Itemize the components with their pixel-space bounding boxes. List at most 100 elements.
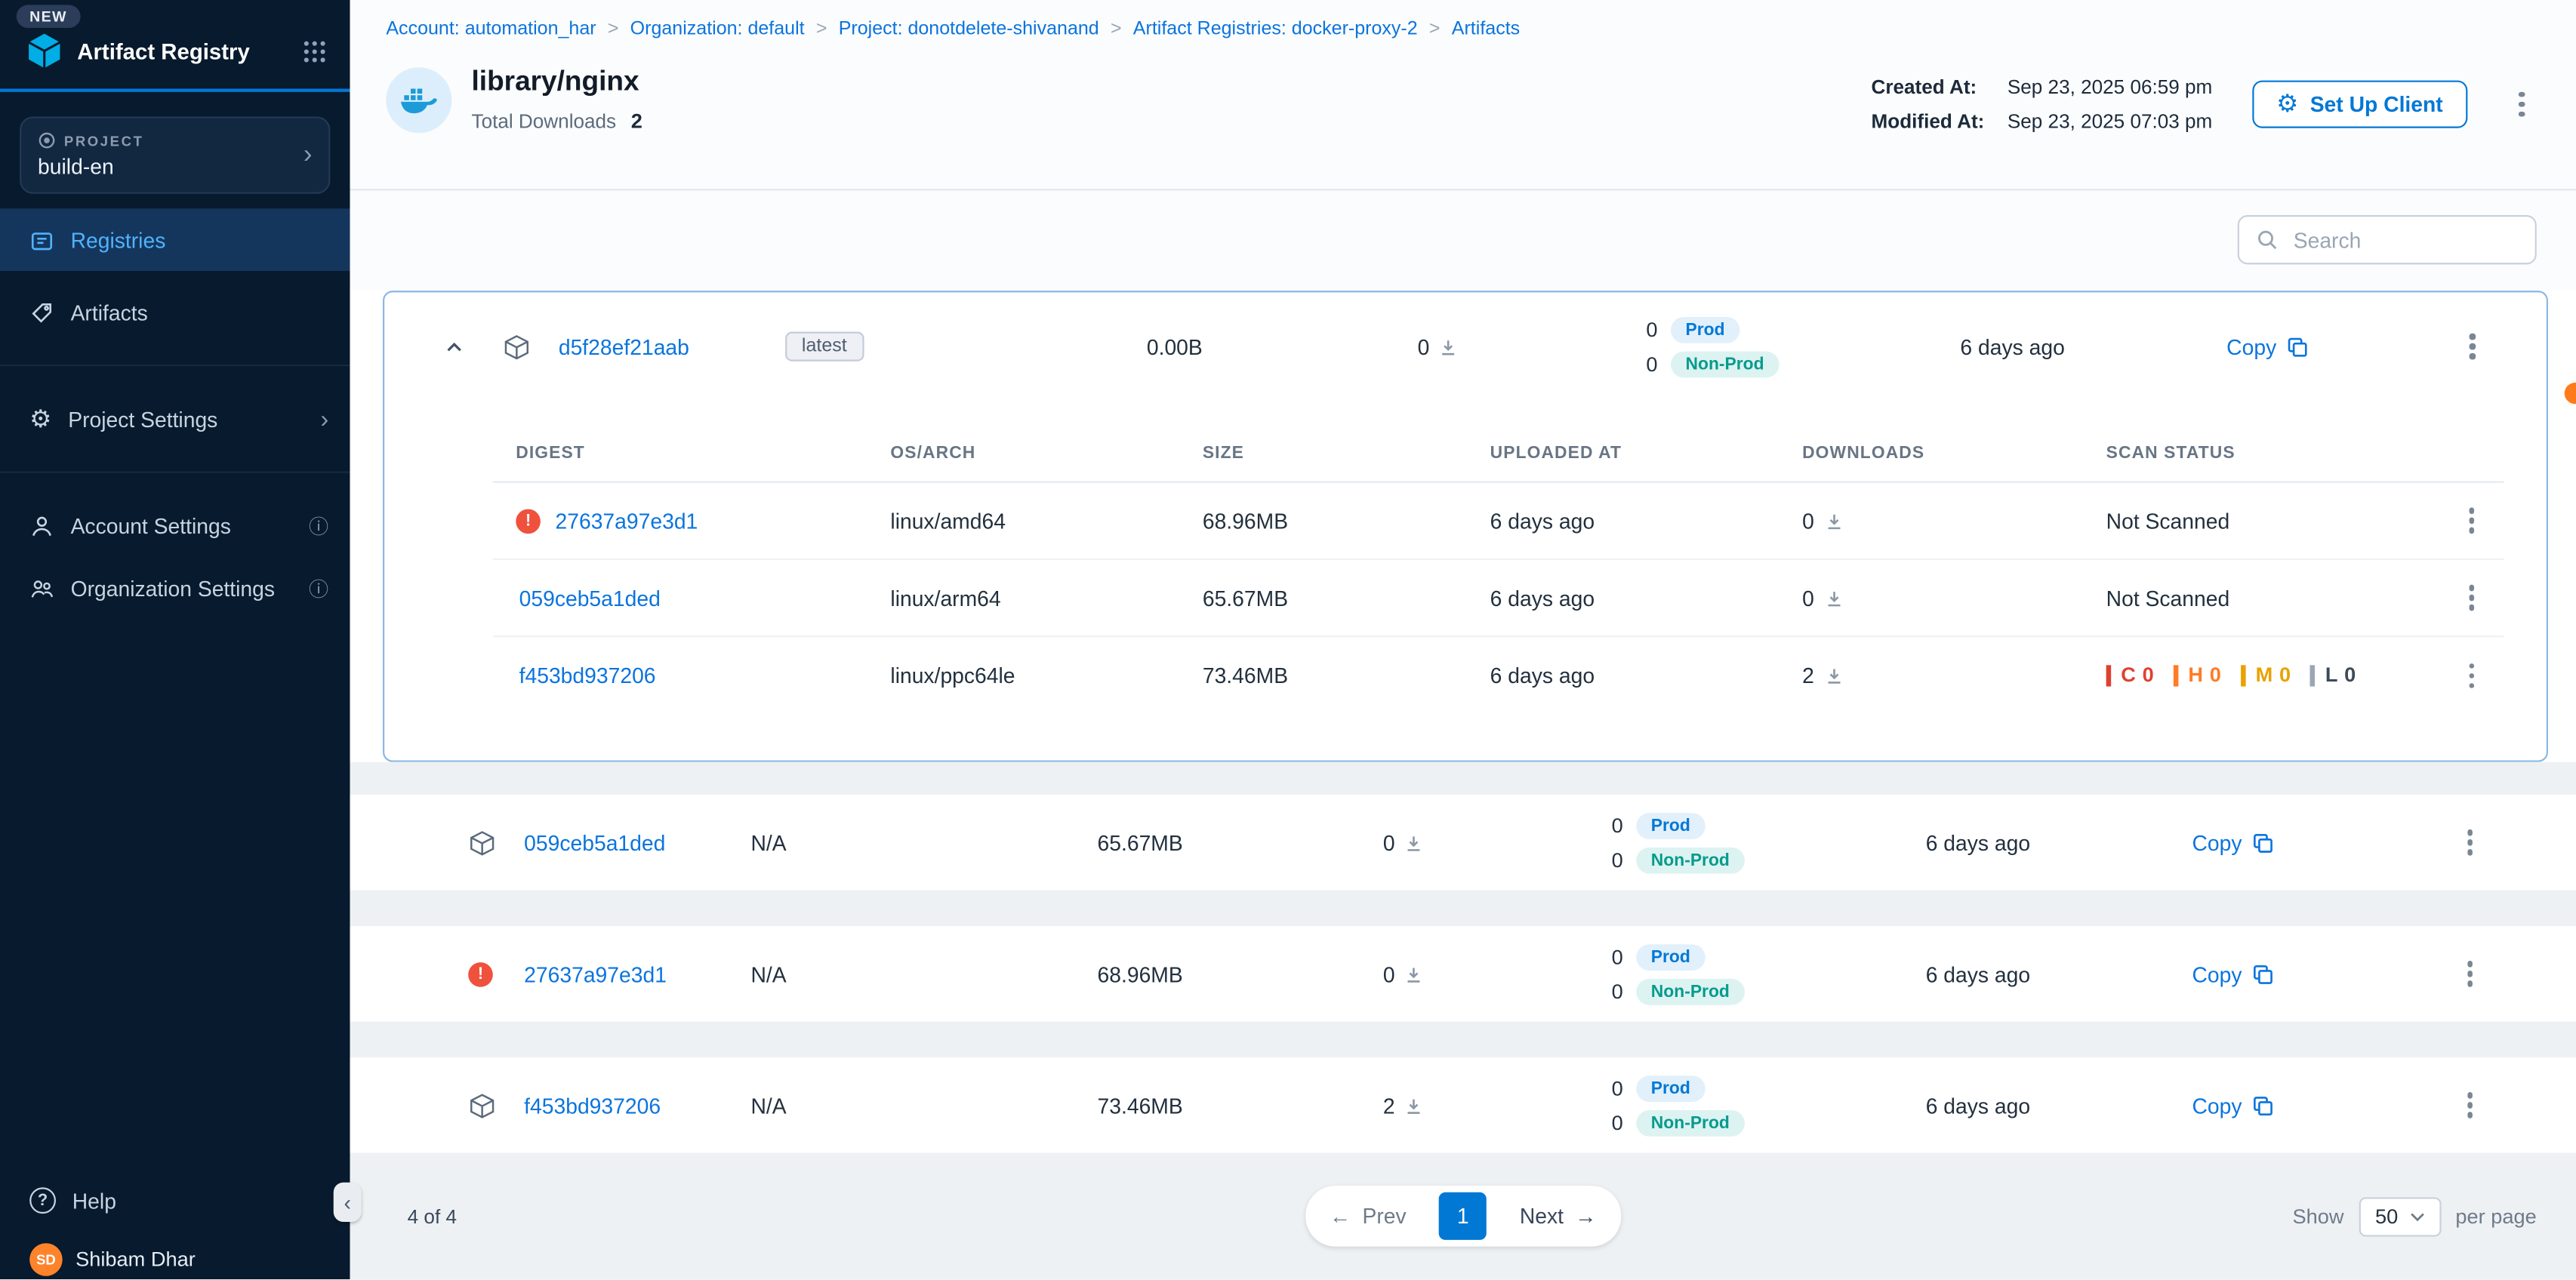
row-kebab-menu[interactable] (2457, 325, 2487, 368)
copy-label: Copy (2192, 1093, 2242, 1118)
digest-link[interactable]: f453bd937206 (516, 663, 655, 688)
show-label: Show (2293, 1205, 2344, 1227)
arrow-left-icon: ← (1330, 1204, 1351, 1229)
row-kebab-menu[interactable] (2455, 952, 2485, 995)
breadcrumb-separator: > (1429, 20, 1441, 39)
sidebar-item-organization-settings[interactable]: Organization Settings ⓘ (0, 557, 350, 620)
header-kebab-menu[interactable] (2507, 83, 2537, 126)
digest-table: DIGEST OS/ARCH SIZE UPLOADED AT DOWNLOAD… (493, 423, 2504, 760)
row-gap (350, 890, 2576, 926)
version-row: ! 27637a97e3d1 N/A 68.96MB 0 0Prod 0Non-… (350, 926, 2576, 1021)
module-grid-icon[interactable] (302, 38, 327, 63)
search-input[interactable] (2290, 226, 2518, 254)
sidebar-item-label: Account Settings (71, 513, 293, 538)
download-icon (1405, 1096, 1423, 1114)
info-icon[interactable]: ⓘ (309, 574, 328, 602)
modified-at-label: Modified At: (1871, 110, 1984, 133)
sidebar-item-account-settings[interactable]: Account Settings ⓘ (0, 494, 350, 557)
download-icon (1826, 666, 1844, 685)
version-modified: 6 days ago (1855, 1093, 2101, 1118)
version-name-link[interactable]: 059ceb5a1ded (521, 830, 738, 855)
high-count: H0 (2174, 664, 2221, 687)
breadcrumb-organization[interactable]: Organization: default (630, 20, 805, 39)
copy-button[interactable]: Copy (2101, 830, 2364, 855)
version-row-expanded: d5f28ef21aab latest 0.00B 0 0Prod 0Non-P… (383, 291, 2548, 762)
new-badge: NEW (17, 5, 80, 28)
breadcrumb-account[interactable]: Account: automation_har (386, 20, 596, 39)
col-uploaded-at: UPLOADED AT (1471, 442, 1783, 462)
version-name-link[interactable]: d5f28ef21aab (555, 334, 772, 359)
copy-button[interactable]: Copy (2136, 334, 2399, 359)
sidebar-bottom: ? Help SD Shibam Dhar (0, 1169, 350, 1279)
prod-count: 0 (1612, 945, 1623, 968)
artifacts-tag-icon (29, 300, 54, 325)
download-icon (1405, 965, 1423, 983)
prod-badge: Prod (1636, 1075, 1705, 1101)
copy-label: Copy (2192, 830, 2242, 855)
digest-row: f453bd937206 linux/ppc64le 73.46MB 6 day… (493, 637, 2504, 714)
digest-link[interactable]: 27637a97e3d1 (552, 508, 698, 533)
user-menu[interactable]: SD Shibam Dhar (0, 1232, 350, 1279)
table-row: d5f28ef21aab latest 0.00B 0 0Prod 0Non-P… (384, 292, 2547, 401)
row-kebab-menu[interactable] (2455, 1084, 2485, 1127)
project-name: build-en (38, 155, 304, 180)
digest-kebab-menu[interactable] (2457, 500, 2486, 543)
search-icon (2256, 228, 2279, 251)
page-size-value: 50 (2375, 1205, 2398, 1227)
digest-link[interactable]: 059ceb5a1ded (516, 586, 661, 611)
project-target-icon (38, 131, 56, 149)
version-name-link[interactable]: 27637a97e3d1 (521, 962, 738, 986)
col-downloads: DOWNLOADS (1783, 442, 2087, 462)
digest-downloads: 0 (1802, 508, 1814, 533)
next-page-button[interactable]: Next → (1506, 1197, 1610, 1235)
artifact-registry-logo-icon (25, 31, 64, 70)
sidebar-divider (0, 365, 350, 366)
created-at-value: Sep 23, 2025 06:59 pm (2007, 75, 2212, 98)
copy-button[interactable]: Copy (2101, 962, 2364, 986)
page-1-button[interactable]: 1 (1439, 1192, 1487, 1240)
avatar: SD (29, 1243, 63, 1276)
digest-kebab-menu[interactable] (2457, 577, 2486, 620)
breadcrumb-registry[interactable]: Artifact Registries: docker-proxy-2 (1133, 20, 1418, 39)
sidebar-item-help[interactable]: ? Help (0, 1169, 350, 1232)
sidebar-item-registries[interactable]: Registries (0, 208, 350, 271)
digest-size: 65.67MB (1183, 586, 1471, 611)
digest-kebab-menu[interactable] (2457, 654, 2486, 697)
sidebar-item-project-settings[interactable]: ⚙ Project Settings › (0, 388, 350, 451)
row-kebab-menu[interactable] (2455, 821, 2485, 864)
version-downloads: 2 (1383, 1093, 1395, 1118)
sidebar-collapse-handle[interactable]: ‹ (334, 1183, 362, 1222)
info-icon[interactable]: ⓘ (309, 512, 328, 540)
version-row: 059ceb5a1ded N/A 65.67MB 0 0Prod 0Non-Pr… (350, 795, 2576, 890)
modified-at-value: Sep 23, 2025 07:03 pm (2007, 110, 2212, 133)
critical-count: C0 (2106, 664, 2154, 687)
project-selector[interactable]: PROJECT build-en › (20, 116, 330, 193)
sidebar-nav: Registries Artifacts ⚙ Project Settings … (0, 208, 350, 619)
collapse-row-button[interactable] (418, 336, 490, 357)
arrow-right-icon: → (1575, 1204, 1596, 1229)
page-header: library/nginx Total Downloads 2 Created … (350, 59, 2576, 189)
copy-icon (2252, 1094, 2273, 1115)
breadcrumb-project[interactable]: Project: donotdelete-shivanand (839, 20, 1099, 39)
setup-client-label: Set Up Client (2310, 92, 2443, 117)
docker-icon (386, 66, 451, 132)
version-modified: 6 days ago (1855, 962, 2101, 986)
version-downloads: 0 (1383, 962, 1395, 986)
version-modified: 6 days ago (1855, 830, 2101, 855)
pagination: ← Prev 1 Next → (1305, 1186, 1621, 1247)
setup-client-button[interactable]: ⚙ Set Up Client (2252, 81, 2468, 128)
prev-page-button[interactable]: ← Prev (1317, 1197, 1420, 1235)
user-name: Shibam Dhar (75, 1248, 196, 1271)
environment-counts: 0Prod 0Non-Prod (1527, 812, 1855, 873)
toolbar (350, 190, 2576, 291)
scan-status-counts: C0 H0 M0 L0 (2106, 664, 2356, 687)
sidebar-item-artifacts[interactable]: Artifacts (0, 281, 350, 343)
version-modified: 6 days ago (1889, 334, 2135, 359)
nonprod-count: 0 (1612, 848, 1623, 871)
version-name-link[interactable]: f453bd937206 (521, 1093, 738, 1118)
version-size: 73.46MB (1000, 1093, 1280, 1118)
page-size-select[interactable]: 50 (2359, 1196, 2441, 1235)
copy-button[interactable]: Copy (2101, 1093, 2364, 1118)
breadcrumb-artifacts[interactable]: Artifacts (1452, 20, 1520, 39)
sidebar-item-label: Organization Settings (71, 576, 293, 601)
